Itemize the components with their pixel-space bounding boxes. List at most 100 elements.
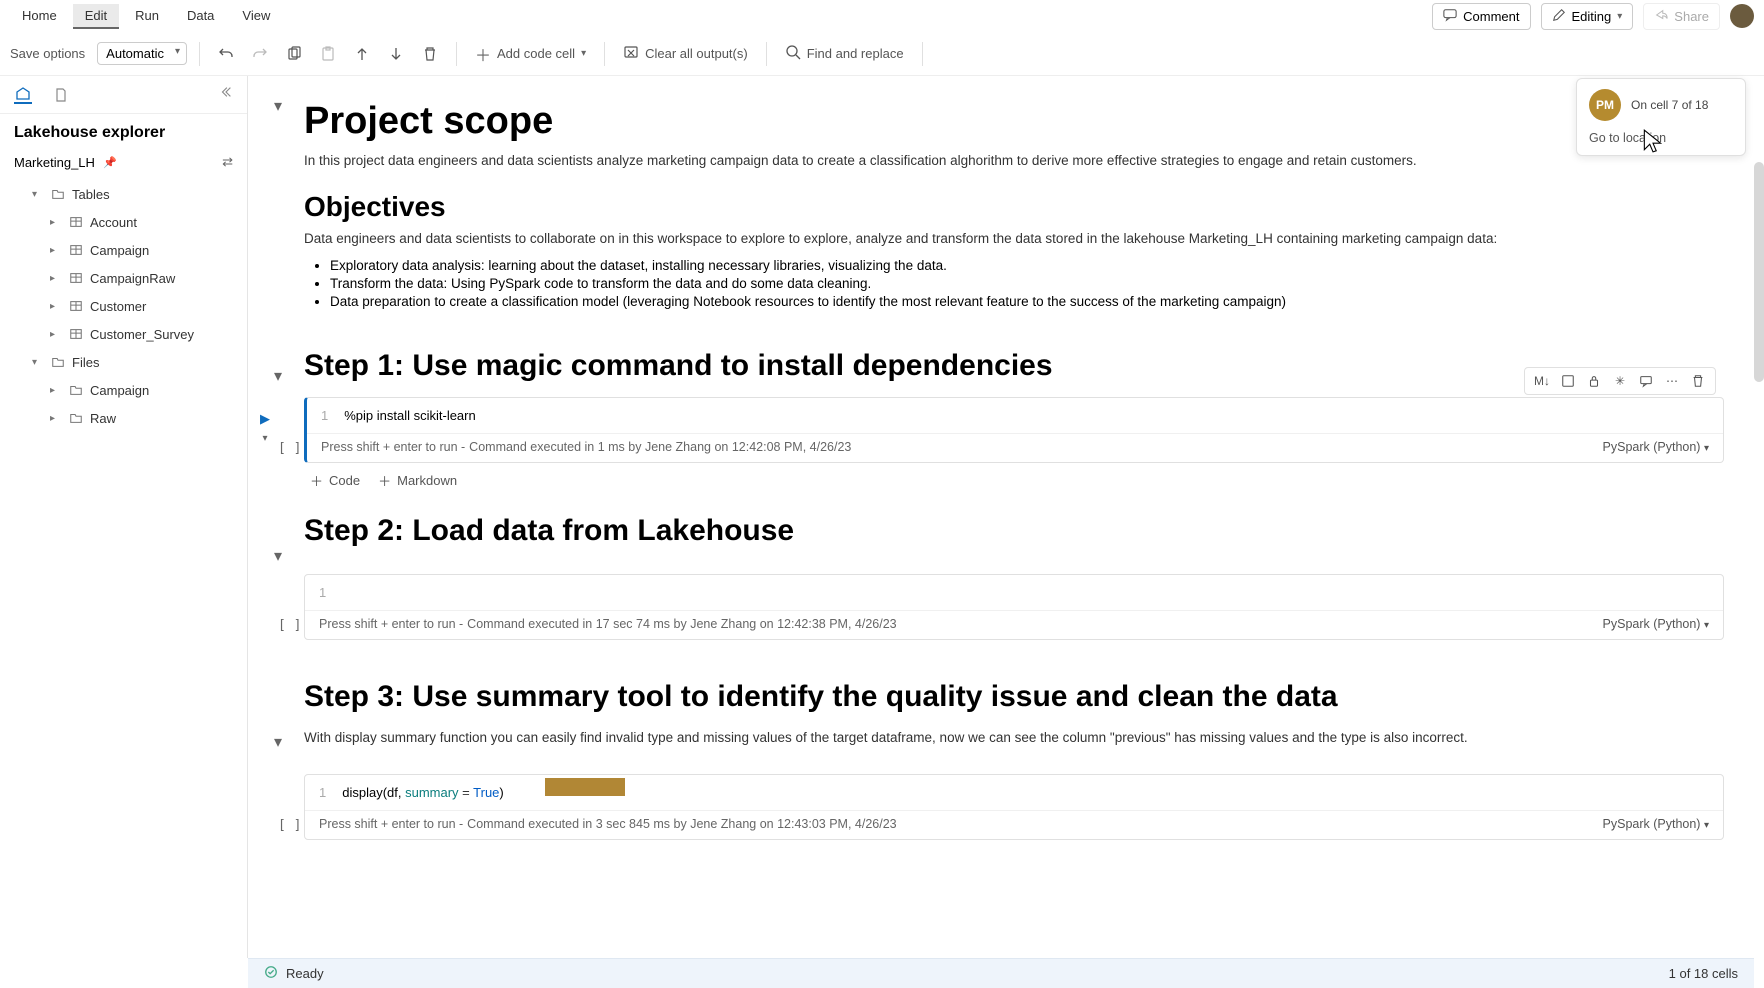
freeze-icon[interactable]: ✳ xyxy=(1611,372,1629,390)
menu-view[interactable]: View xyxy=(230,4,282,29)
section-caret[interactable]: ▾ xyxy=(268,546,288,566)
pencil-icon xyxy=(1552,8,1566,25)
insert-code-button[interactable]: ＋Code xyxy=(310,471,360,490)
lakehouse-name-row[interactable]: Marketing_LH 📌 ⇄ xyxy=(0,148,247,176)
cell-box[interactable]: 1 Press shift + enter to run - Command e… xyxy=(304,574,1724,640)
lakehouse-name: Marketing_LH xyxy=(14,155,95,170)
code-editor[interactable]: 1 display(df, summary = True) xyxy=(305,775,1723,810)
kernel-label[interactable]: PySpark (Python) ▾ xyxy=(1603,617,1709,631)
chevron-down-icon: ▾ xyxy=(32,189,44,200)
cell-status: Press shift + enter to run - Command exe… xyxy=(307,433,1723,462)
table-label: CampaignRaw xyxy=(90,271,175,286)
delete-button[interactable] xyxy=(416,42,444,66)
folder-icon xyxy=(68,410,84,426)
files-tab-icon[interactable] xyxy=(52,86,70,104)
file-label: Raw xyxy=(90,411,116,426)
chevron-right-icon: ▸ xyxy=(50,217,62,228)
files-node[interactable]: ▾ Files xyxy=(6,348,247,376)
table-account[interactable]: ▸ Account xyxy=(6,208,247,236)
heading-step2: Step 2: Load data from Lakehouse xyxy=(304,514,1724,548)
file-raw[interactable]: ▸ Raw xyxy=(6,404,247,432)
tables-label: Tables xyxy=(72,187,110,202)
undo-button[interactable] xyxy=(212,42,240,66)
save-mode-select[interactable]: Automatic xyxy=(97,42,187,65)
menu-data[interactable]: Data xyxy=(175,4,226,29)
section-caret[interactable]: ▾ xyxy=(268,366,288,386)
copy-button[interactable] xyxy=(280,42,308,66)
list-item: Exploratory data analysis: learning abou… xyxy=(330,258,1724,273)
redo-button[interactable] xyxy=(246,42,274,66)
lakehouse-tab-icon[interactable] xyxy=(14,86,32,104)
add-code-cell-button[interactable]: ＋ Add code cell ▾ xyxy=(469,38,592,70)
clear-output-button[interactable]: Clear all output(s) xyxy=(617,40,754,67)
kernel-label[interactable]: PySpark (Python) ▾ xyxy=(1603,440,1709,454)
chevron-right-icon: ▸ xyxy=(50,413,62,424)
clear-output-icon xyxy=(623,44,639,63)
table-icon xyxy=(68,214,84,230)
comment-cell-icon[interactable] xyxy=(1637,372,1655,390)
insert-markdown-button[interactable]: ＋Markdown xyxy=(378,471,457,490)
table-customer[interactable]: ▸Customer xyxy=(6,292,247,320)
lock-icon[interactable] xyxy=(1585,372,1603,390)
chevron-down-icon[interactable]: ▾ xyxy=(262,433,267,444)
move-down-button[interactable] xyxy=(382,42,410,66)
more-icon[interactable]: ⋯ xyxy=(1663,372,1681,390)
share-label: Share xyxy=(1674,9,1709,24)
presence-avatar[interactable]: PM xyxy=(1589,89,1621,121)
cell-settings-icon[interactable] xyxy=(1559,372,1577,390)
execution-count: [ ] xyxy=(278,441,301,456)
delete-cell-icon[interactable] xyxy=(1689,372,1707,390)
section-caret[interactable]: ▾ xyxy=(268,732,288,752)
cell-counter: 1 of 18 cells xyxy=(1669,966,1738,981)
table-campaign[interactable]: ▸Campaign xyxy=(6,236,247,264)
table-icon xyxy=(68,298,84,314)
cell-box[interactable]: 1 %pip install scikit-learn Press shift … xyxy=(304,397,1724,463)
chevron-down-icon: ▾ xyxy=(1617,11,1622,22)
share-button[interactable]: Share xyxy=(1643,3,1720,30)
section-caret[interactable]: ▾ xyxy=(268,96,288,116)
table-label: Customer xyxy=(90,299,146,314)
chevron-right-icon: ▸ xyxy=(50,273,62,284)
menubar-right: Comment Editing ▾ Share xyxy=(1432,3,1754,30)
paste-button[interactable] xyxy=(314,42,342,66)
line-number: 1 xyxy=(319,785,326,800)
collapse-sidebar-icon[interactable] xyxy=(219,85,233,104)
table-label: Account xyxy=(90,215,137,230)
menubar: Home Edit Run Data View Comment Editing … xyxy=(0,0,1764,32)
list-item: Transform the data: Using PySpark code t… xyxy=(330,276,1724,291)
step3-text: With display summary function you can ea… xyxy=(304,728,1724,748)
code-editor[interactable]: 1 xyxy=(305,575,1723,610)
move-up-button[interactable] xyxy=(348,42,376,66)
table-campaignraw[interactable]: ▸ CampaignRaw xyxy=(6,264,247,292)
chevron-right-icon: ▸ xyxy=(50,245,62,256)
notebook[interactable]: ▾ Project scope In this project data eng… xyxy=(248,76,1764,958)
cell-box[interactable]: 1 display(df, summary = True) Press shif… xyxy=(304,774,1724,840)
plus-icon: ＋ xyxy=(310,471,323,490)
file-campaign[interactable]: ▸Campaign xyxy=(6,376,247,404)
code-text: %pip install scikit-learn xyxy=(344,408,476,423)
pin-icon[interactable]: 📌 xyxy=(103,156,117,169)
swap-icon[interactable]: ⇄ xyxy=(222,154,233,170)
go-to-location-link[interactable]: Go to location xyxy=(1589,131,1733,145)
clear-output-label: Clear all output(s) xyxy=(645,46,748,61)
table-customer-survey[interactable]: ▸Customer_Survey xyxy=(6,320,247,348)
run-cell-icon[interactable]: ▶ xyxy=(260,411,270,427)
kernel-label[interactable]: PySpark (Python) ▾ xyxy=(1603,817,1709,831)
find-replace-button[interactable]: Find and replace xyxy=(779,40,910,67)
menu-edit[interactable]: Edit xyxy=(73,4,119,29)
avatar[interactable] xyxy=(1730,4,1754,28)
editing-button[interactable]: Editing ▾ xyxy=(1541,3,1634,30)
cell-gutter: ▶ ▾ xyxy=(260,411,270,444)
markdown-toggle-icon[interactable]: M↓ xyxy=(1533,372,1551,390)
code-editor[interactable]: 1 %pip install scikit-learn xyxy=(307,398,1723,433)
insert-row: ＋Code ＋Markdown xyxy=(304,463,1724,498)
tables-node[interactable]: ▾ Tables xyxy=(6,180,247,208)
files-label: Files xyxy=(72,355,99,370)
menu-run[interactable]: Run xyxy=(123,4,171,29)
execution-count: [ ] xyxy=(278,618,301,633)
table-icon xyxy=(68,242,84,258)
comment-button[interactable]: Comment xyxy=(1432,3,1530,30)
cell-3: [ ] 1 display(df, summary = True) Press … xyxy=(304,774,1724,840)
table-label: Customer_Survey xyxy=(90,327,194,342)
menu-home[interactable]: Home xyxy=(10,4,69,29)
